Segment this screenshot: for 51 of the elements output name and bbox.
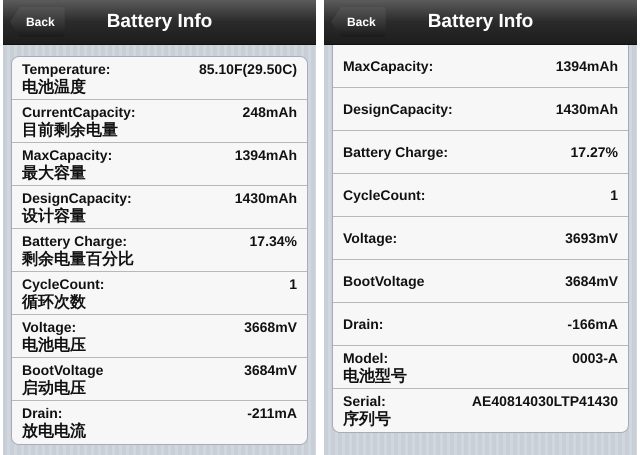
- field-value: 0003-A: [572, 350, 618, 366]
- field-value: -211mA: [247, 405, 297, 421]
- annotation-text: 放电电流: [22, 421, 87, 441]
- field-label: Temperature:: [22, 61, 110, 77]
- field-value: 3668mV: [244, 319, 297, 335]
- field-label: BootVoltage: [22, 362, 104, 378]
- field-value: 1394mAh: [556, 58, 618, 74]
- field-label: Voltage:: [343, 230, 398, 246]
- field-label: MaxCapacity:: [343, 58, 434, 74]
- field-label: Serial:: [343, 393, 386, 409]
- field-label: CurrentCapacity:: [22, 104, 136, 120]
- field-value: 3693mV: [565, 230, 618, 246]
- field-label: Battery Charge:: [343, 144, 448, 160]
- field-label: Drain:: [22, 405, 62, 421]
- field-value: 1394mAh: [234, 147, 297, 163]
- field-value: 3684mV: [565, 273, 618, 289]
- field-label: Voltage:: [22, 319, 76, 335]
- field-value: 1430mAh: [234, 190, 297, 206]
- annotation-text: 循环次数: [22, 292, 87, 312]
- field-value: 1430mAh: [556, 101, 618, 117]
- field-label: DesignCapacity:: [22, 190, 132, 206]
- field-label: Battery Charge:: [22, 233, 128, 249]
- annotation-text: 电池电压: [22, 335, 87, 355]
- field-value: 1: [610, 187, 618, 203]
- field-label: Drain:: [343, 316, 384, 332]
- field-value: -166mA: [567, 316, 618, 332]
- field-label: Model:: [343, 350, 388, 366]
- back-button[interactable]: Back: [10, 7, 65, 37]
- field-value: 248mAh: [242, 104, 297, 120]
- field-label: BootVoltage: [343, 273, 424, 289]
- annotation-text: 序列号: [343, 409, 392, 429]
- field-value: 3684mV: [244, 362, 297, 378]
- annotation-text: 设计容量: [22, 206, 87, 226]
- field-value: 1: [289, 276, 297, 292]
- annotation-text: 电池温度: [22, 77, 87, 97]
- field-value: AE40814030LTP41430: [472, 393, 618, 409]
- field-label: CycleCount:: [343, 187, 426, 203]
- annotation-text: 最大容量: [22, 163, 87, 183]
- field-value: 17.27%: [570, 144, 618, 160]
- back-button[interactable]: Back: [331, 7, 386, 37]
- screen-title: Battery Info: [106, 11, 212, 33]
- field-label: DesignCapacity:: [343, 101, 453, 117]
- annotation-text: 启动电压: [22, 378, 87, 398]
- annotation-text: 目前剩余电量: [22, 120, 119, 140]
- screen-title: Battery Info: [428, 11, 534, 33]
- field-value: 85.10F(29.50C): [198, 61, 297, 77]
- annotation-text: 剩余电量百分比: [22, 249, 135, 269]
- field-value: 17.34%: [250, 233, 297, 249]
- field-label: CycleCount:: [22, 276, 104, 292]
- annotation-text: 电池型号: [343, 366, 408, 386]
- field-label: MaxCapacity:: [22, 147, 112, 163]
